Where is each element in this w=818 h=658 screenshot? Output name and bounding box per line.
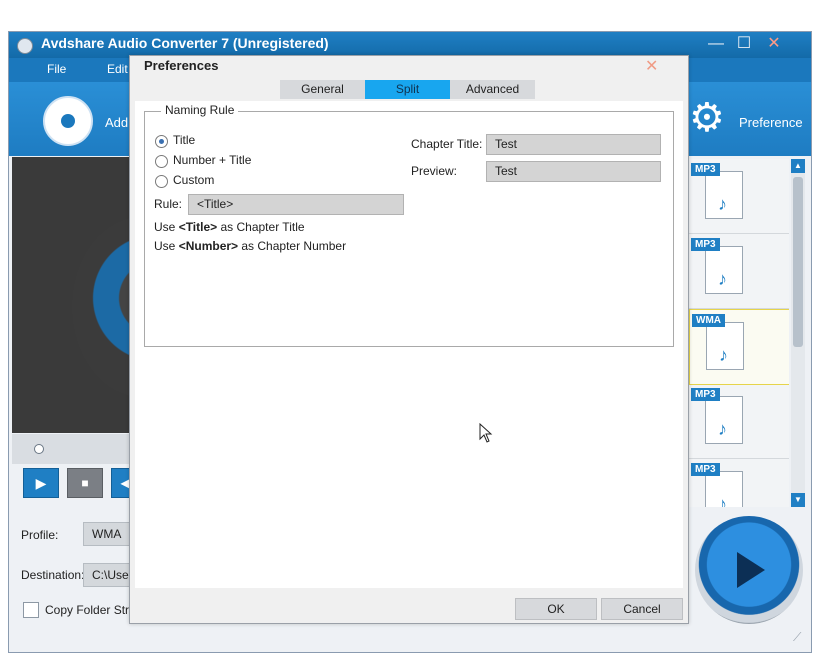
scroll-up-icon[interactable]: ▲ <box>791 159 805 173</box>
seek-handle[interactable] <box>34 444 44 454</box>
scroll-thumb[interactable] <box>793 177 803 347</box>
menu-file[interactable]: File <box>47 62 66 76</box>
dialog-footer: OK Cancel <box>130 588 688 623</box>
help-suffix: as Chapter Number <box>238 239 347 253</box>
help-suffix: as Chapter Title <box>217 220 305 234</box>
destination-label: Destination: <box>21 568 85 582</box>
cursor-arrow-icon <box>479 422 493 443</box>
help-number-token: <Number> <box>178 239 239 253</box>
gear-icon[interactable]: ⚙ <box>689 98 725 138</box>
menu-edit[interactable]: Edit <box>107 62 128 76</box>
music-file-icon: ♪ <box>706 322 744 370</box>
radio-custom-label[interactable]: Custom <box>173 173 214 187</box>
format-badge: MP3 <box>691 388 720 401</box>
add-file-icon[interactable] <box>43 96 93 146</box>
profile-label: Profile: <box>21 528 59 542</box>
format-badge: WMA <box>692 314 725 327</box>
scroll-down-icon[interactable]: ▼ <box>791 493 805 507</box>
tab-bar: General Split Advanced <box>280 80 535 99</box>
help-title-line: Use <Title> as Chapter Title <box>154 220 305 234</box>
tab-split[interactable]: Split <box>365 80 450 99</box>
music-file-icon: ♪ <box>705 171 743 219</box>
radio-number-title[interactable] <box>155 155 168 168</box>
app-logo-icon <box>17 38 33 54</box>
music-note-icon: ♪ <box>718 419 727 439</box>
help-prefix: Use <box>154 239 179 253</box>
copy-folder-label: Copy Folder Structure <box>45 603 131 617</box>
format-badge: MP3 <box>691 238 720 251</box>
video-preview <box>12 157 212 433</box>
help-number-line: Use <Number> as Chapter Number <box>154 239 346 253</box>
music-file-icon: ♪ <box>705 471 743 507</box>
minimize-button[interactable]: — <box>703 34 729 54</box>
naming-rule-group: Naming Rule Title Number + Title Custom … <box>144 103 674 347</box>
rule-input[interactable]: <Title> <box>188 194 404 215</box>
file-row-selected[interactable]: ♪ WMA <box>689 309 789 385</box>
seek-bar[interactable] <box>12 434 137 464</box>
resize-grip-icon[interactable]: ⟋ <box>793 630 801 645</box>
music-note-icon: ♪ <box>718 194 727 214</box>
file-list-scrollbar[interactable]: ▲ ▼ <box>791 159 805 507</box>
format-badge: MP3 <box>691 163 720 176</box>
help-prefix: Use <box>154 220 179 234</box>
rule-label: Rule: <box>154 197 183 211</box>
radio-custom[interactable] <box>155 175 168 188</box>
file-list: ♪ MP3 ♪ MP3 ♪ WMA ♪ MP3 ♪ MP3 <box>689 159 789 507</box>
tab-advanced[interactable]: Advanced <box>450 80 535 99</box>
copy-folder-checkbox[interactable] <box>23 602 39 618</box>
play-button[interactable]: ▶ <box>23 468 59 498</box>
music-file-icon: ♪ <box>705 246 743 294</box>
close-button[interactable]: ✕ <box>761 34 787 54</box>
tab-general[interactable]: General <box>280 80 365 99</box>
file-row[interactable]: ♪ MP3 <box>689 459 789 507</box>
music-note-icon: ♪ <box>718 494 727 507</box>
naming-rule-legend: Naming Rule <box>161 103 239 117</box>
radio-title-label[interactable]: Title <box>173 133 195 147</box>
play-arrow-icon <box>737 552 765 588</box>
stop-button[interactable]: ■ <box>67 468 103 498</box>
file-row[interactable]: ♪ MP3 <box>689 159 789 234</box>
dialog-content: Naming Rule Title Number + Title Custom … <box>135 101 683 588</box>
radio-number-title-label[interactable]: Number + Title <box>173 153 251 167</box>
maximize-button[interactable]: ☐ <box>731 34 757 54</box>
format-badge: MP3 <box>691 463 720 476</box>
music-note-icon: ♪ <box>719 345 728 365</box>
dialog-title: Preferences <box>144 58 219 73</box>
preference-button[interactable]: Preference <box>739 115 803 130</box>
add-file-label[interactable]: Add <box>105 115 128 130</box>
ok-button[interactable]: OK <box>515 598 597 620</box>
cancel-button[interactable]: Cancel <box>601 598 683 620</box>
app-title: Avdshare Audio Converter 7 (Unregistered… <box>41 35 329 51</box>
help-title-token: <Title> <box>178 220 218 234</box>
chapter-title-input[interactable]: Test <box>486 134 661 155</box>
music-file-icon: ♪ <box>705 396 743 444</box>
file-row[interactable]: ♪ MP3 <box>689 384 789 459</box>
convert-button[interactable] <box>695 516 803 624</box>
chapter-title-label: Chapter Title: <box>411 137 483 151</box>
preview-field: Test <box>486 161 661 182</box>
radio-title[interactable] <box>155 135 168 148</box>
file-row[interactable]: ♪ MP3 <box>689 234 789 309</box>
preview-label: Preview: <box>411 164 458 178</box>
preferences-dialog: Preferences ✕ General Split Advanced Nam… <box>129 55 689 624</box>
dialog-close-icon[interactable]: ✕ <box>645 56 658 76</box>
music-note-icon: ♪ <box>718 269 727 289</box>
